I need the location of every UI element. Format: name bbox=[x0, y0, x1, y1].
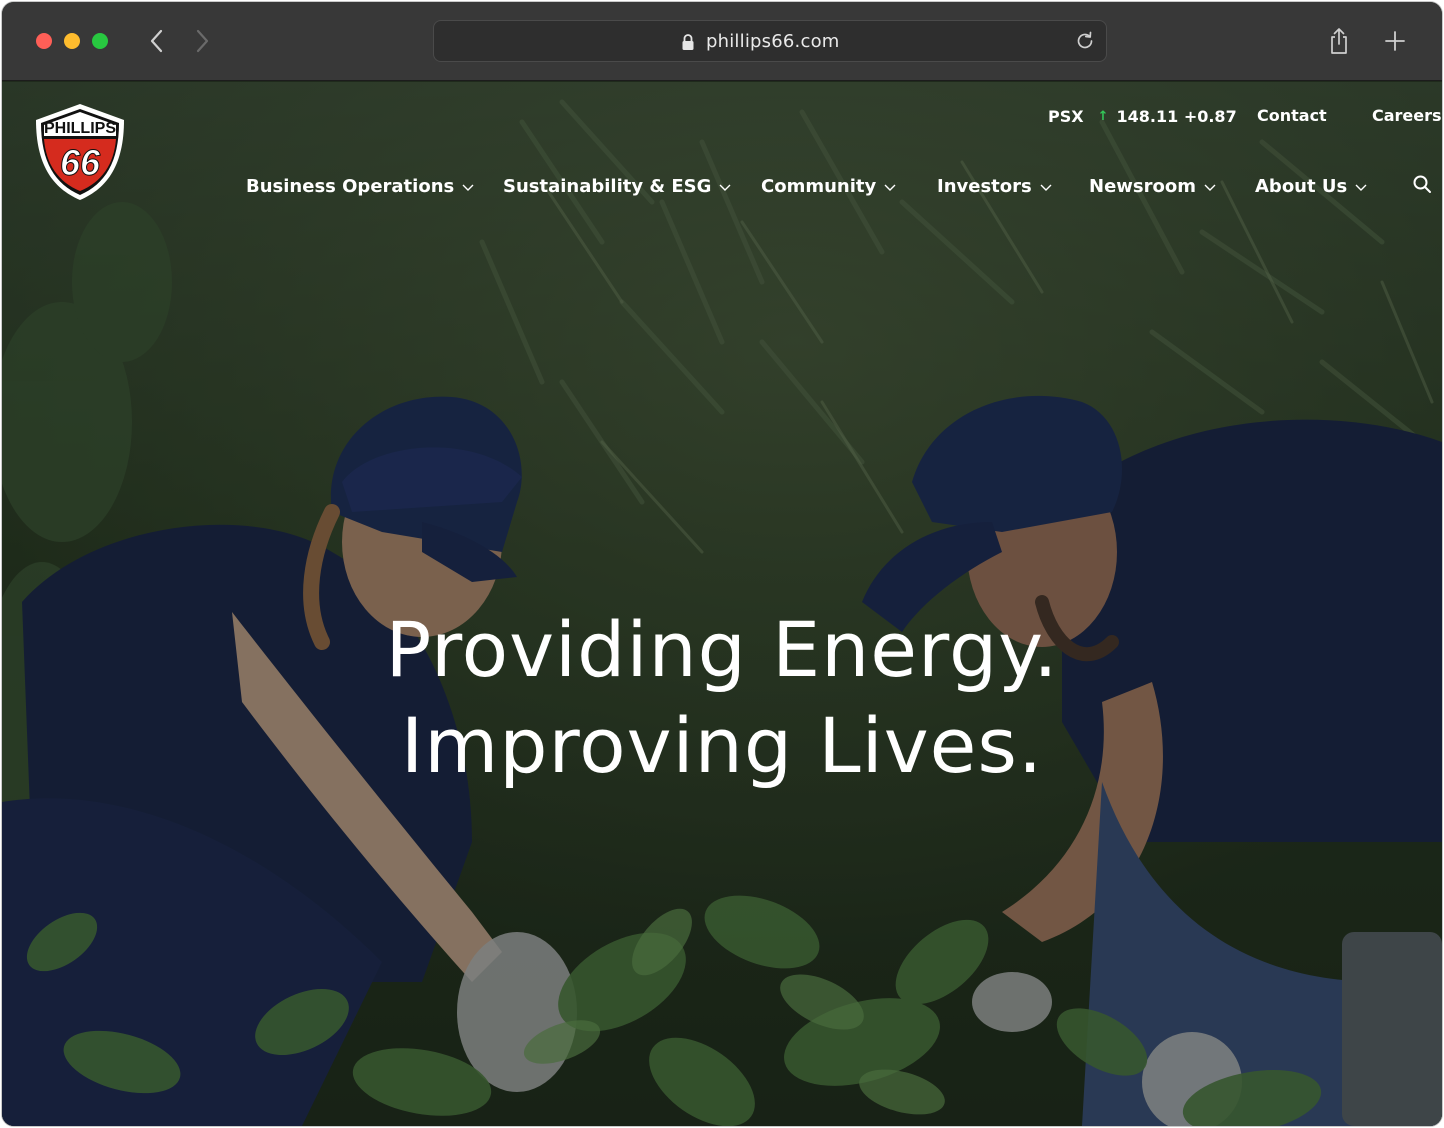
chevron-down-icon bbox=[884, 184, 896, 191]
chevron-down-icon bbox=[719, 184, 731, 191]
search-icon bbox=[1413, 175, 1431, 193]
nav-investors[interactable]: Investors bbox=[937, 176, 1052, 197]
hero-line-2: Improving Lives. bbox=[400, 701, 1044, 790]
hero-line-1: Providing Energy. bbox=[385, 605, 1059, 694]
phillips66-logo[interactable]: PHILLIPS 66 bbox=[30, 102, 130, 202]
nav-label: Sustainability & ESG bbox=[503, 176, 712, 197]
ticker-symbol: PSX bbox=[1048, 106, 1084, 126]
nav-business-operations[interactable]: Business Operations bbox=[246, 176, 474, 197]
browser-window: phillips66.com PHILLIPS 66 PSX ↑ 148.11 … bbox=[2, 2, 1442, 1126]
address-bar[interactable]: phillips66.com bbox=[433, 20, 1107, 62]
chevron-down-icon bbox=[1040, 184, 1052, 191]
stock-ticker[interactable]: PSX ↑ 148.11 +0.87 bbox=[1048, 106, 1237, 126]
nav-label: Investors bbox=[937, 176, 1032, 197]
share-button[interactable] bbox=[1324, 26, 1354, 56]
logo-number: 66 bbox=[60, 142, 101, 183]
url-text: phillips66.com bbox=[706, 31, 840, 52]
nav-sustainability-esg[interactable]: Sustainability & ESG bbox=[503, 176, 731, 197]
chevron-down-icon bbox=[462, 184, 474, 191]
search-button[interactable] bbox=[1412, 174, 1432, 199]
close-window-button[interactable] bbox=[36, 33, 52, 49]
web-page: PHILLIPS 66 PSX ↑ 148.11 +0.87 Contact C… bbox=[2, 82, 1442, 1126]
lock-icon bbox=[682, 34, 694, 50]
nav-newsroom[interactable]: Newsroom bbox=[1089, 176, 1216, 197]
chevron-left-icon bbox=[150, 29, 163, 53]
nav-label: Community bbox=[761, 176, 877, 197]
chevron-down-icon bbox=[1355, 184, 1367, 191]
nav-label: About Us bbox=[1255, 176, 1348, 197]
chevron-down-icon bbox=[1204, 184, 1216, 191]
nav-label: Newsroom bbox=[1089, 176, 1196, 197]
share-icon bbox=[1331, 28, 1347, 54]
careers-link[interactable]: Careers bbox=[1372, 106, 1442, 126]
forward-button[interactable] bbox=[188, 26, 216, 56]
stock-price: 148.11 +0.87 bbox=[1116, 106, 1237, 126]
reload-icon[interactable] bbox=[1074, 30, 1096, 52]
nav-label: Business Operations bbox=[246, 176, 455, 197]
nav-community[interactable]: Community bbox=[761, 176, 896, 197]
zoom-window-button[interactable] bbox=[92, 33, 108, 49]
new-tab-button[interactable] bbox=[1380, 26, 1410, 56]
logo-wordmark: PHILLIPS bbox=[44, 120, 116, 137]
minimize-window-button[interactable] bbox=[64, 33, 80, 49]
contact-link[interactable]: Contact bbox=[1257, 106, 1327, 126]
arrow-up-icon: ↑ bbox=[1097, 108, 1109, 124]
nav-about-us[interactable]: About Us bbox=[1255, 176, 1367, 197]
hero-headline: Providing Energy. Improving Lives. bbox=[2, 602, 1442, 794]
back-button[interactable] bbox=[143, 26, 171, 56]
chevron-right-icon bbox=[196, 29, 209, 53]
plus-icon bbox=[1385, 31, 1405, 51]
browser-toolbar: phillips66.com bbox=[2, 2, 1442, 81]
